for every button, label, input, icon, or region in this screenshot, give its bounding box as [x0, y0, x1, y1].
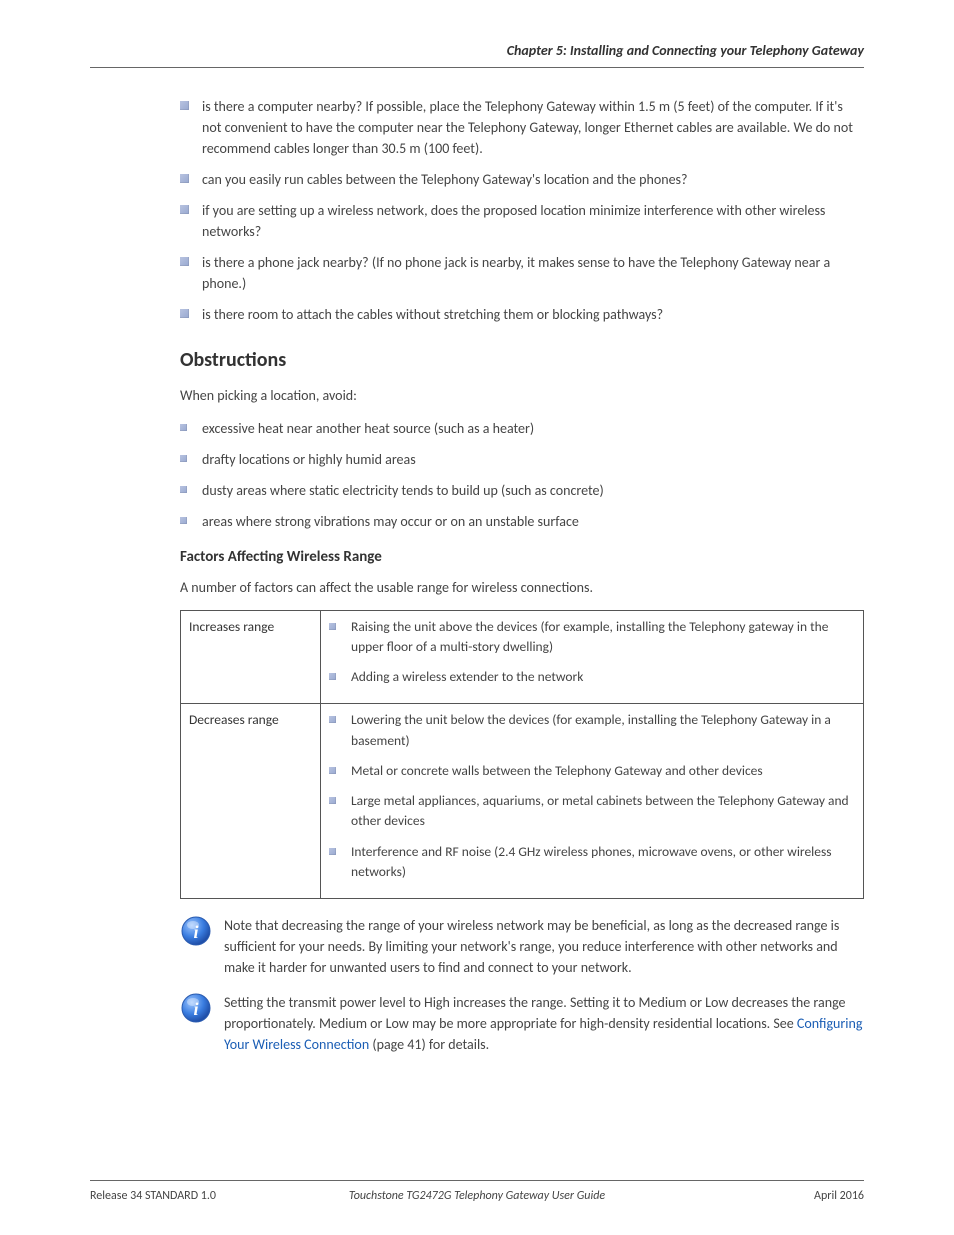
info-note-2: i Setting the transmit power level to Hi… [180, 992, 864, 1055]
list-item: excessive heat near another heat source … [180, 418, 864, 439]
list-item: Raising the unit above the devices (for … [329, 617, 855, 658]
list-item: Adding a wireless extender to the networ… [329, 667, 855, 687]
info-note-1: i Note that decreasing the range of your… [180, 915, 864, 978]
note-text: Note that decreasing the range of your w… [224, 915, 864, 978]
list-item: drafty locations or highly humid areas [180, 449, 864, 470]
list-item: is there room to attach the cables witho… [180, 304, 864, 325]
factors-intro: A number of factors can affect the usabl… [180, 577, 864, 598]
row-label: Decreases range [181, 704, 321, 899]
note-text: Setting the transmit power level to High… [224, 992, 864, 1055]
row-label: Increases range [181, 610, 321, 704]
list-item: is there a phone jack nearby? (If no pho… [180, 252, 864, 294]
page-footer: Release 34 STANDARD 1.0 Touchstone TG247… [90, 1180, 864, 1205]
list-item: areas where strong vibrations may occur … [180, 511, 864, 532]
chapter-header: Chapter 5: Installing and Connecting you… [90, 40, 864, 68]
svg-text:i: i [193, 922, 198, 942]
list-item: Lowering the unit below the devices (for… [329, 710, 855, 751]
obstructions-list: excessive heat near another heat source … [180, 418, 864, 532]
info-icon: i [180, 915, 212, 947]
list-item: can you easily run cables between the Te… [180, 169, 864, 190]
location-considerations-list: is there a computer nearby? If possible,… [180, 96, 864, 325]
list-item: dusty areas where static electricity ten… [180, 480, 864, 501]
obstructions-heading: Obstructions [180, 345, 864, 375]
table-row: Increases range Raising the unit above t… [181, 610, 864, 704]
list-item: is there a computer nearby? If possible,… [180, 96, 864, 159]
list-item: Large metal appliances, aquariums, or me… [329, 791, 855, 832]
list-item: Metal or concrete walls between the Tele… [329, 761, 855, 781]
list-item: Interference and RF noise (2.4 GHz wirel… [329, 842, 855, 883]
table-row: Decreases range Lowering the unit below … [181, 704, 864, 899]
factors-heading: Factors Affecting Wireless Range [180, 546, 864, 569]
footer-release: Release 34 STANDARD 1.0 [90, 1187, 216, 1205]
info-icon: i [180, 992, 212, 1024]
svg-text:i: i [193, 999, 198, 1019]
list-item: if you are setting up a wireless network… [180, 200, 864, 242]
footer-date: April 2016 [814, 1187, 864, 1205]
range-factors-table: Increases range Raising the unit above t… [180, 610, 864, 900]
decreases-list: Lowering the unit below the devices (for… [329, 710, 855, 882]
obstructions-intro: When picking a location, avoid: [180, 385, 864, 406]
increases-list: Raising the unit above the devices (for … [329, 617, 855, 688]
